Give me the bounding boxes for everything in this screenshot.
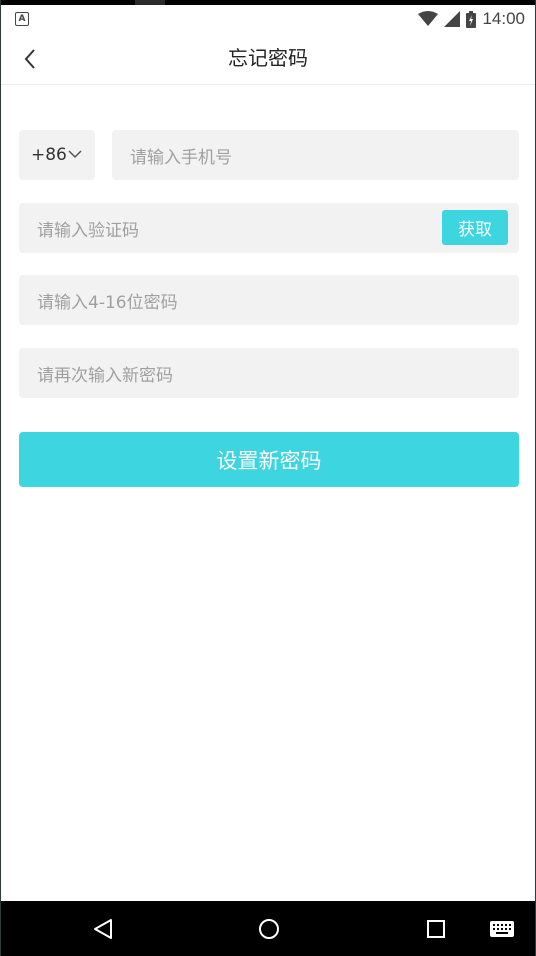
get-code-button[interactable]: 获取 xyxy=(442,210,508,245)
screen: A 14:00 忘记密码 +86 请输入手机号 请输入验证码 获取 请输入4-1… xyxy=(0,0,536,956)
system-nav-bar xyxy=(1,901,535,956)
page-title: 忘记密码 xyxy=(228,46,308,70)
system-home-button[interactable] xyxy=(255,901,283,956)
phone-input[interactable]: 请输入手机号 xyxy=(112,130,519,180)
status-time: 14:00 xyxy=(482,9,525,28)
password-input[interactable]: 请输入4-16位密码 xyxy=(19,275,519,325)
country-code-select[interactable]: +86 xyxy=(19,130,95,180)
system-keyboard-button[interactable] xyxy=(489,901,515,956)
confirm-password-placeholder: 请再次输入新密码 xyxy=(37,365,173,386)
confirm-password-input[interactable]: 请再次输入新密码 xyxy=(19,348,519,398)
set-new-password-button[interactable]: 设置新密码 xyxy=(19,432,519,487)
code-placeholder: 请输入验证码 xyxy=(37,220,139,241)
country-code-label: +86 xyxy=(31,145,67,165)
recents-square-icon xyxy=(427,919,445,938)
nav-bar: 忘记密码 xyxy=(1,33,535,85)
password-placeholder: 请输入4-16位密码 xyxy=(37,292,178,313)
signal-icon xyxy=(444,11,461,27)
chevron-down-icon xyxy=(68,150,82,159)
battery-icon xyxy=(466,10,477,28)
keyboard-icon xyxy=(490,920,514,937)
status-right: 14:00 xyxy=(418,9,525,29)
status-bar: A 14:00 xyxy=(1,5,535,33)
wifi-icon xyxy=(418,11,439,26)
a-icon: A xyxy=(15,12,29,26)
phone-placeholder: 请输入手机号 xyxy=(130,147,232,168)
status-left: A xyxy=(15,12,29,26)
home-circle-icon xyxy=(259,918,279,939)
system-recents-button[interactable] xyxy=(423,901,449,956)
verification-code-input[interactable]: 请输入验证码 获取 xyxy=(19,203,519,253)
system-back-button[interactable] xyxy=(87,901,119,956)
back-triangle-icon xyxy=(94,918,112,939)
